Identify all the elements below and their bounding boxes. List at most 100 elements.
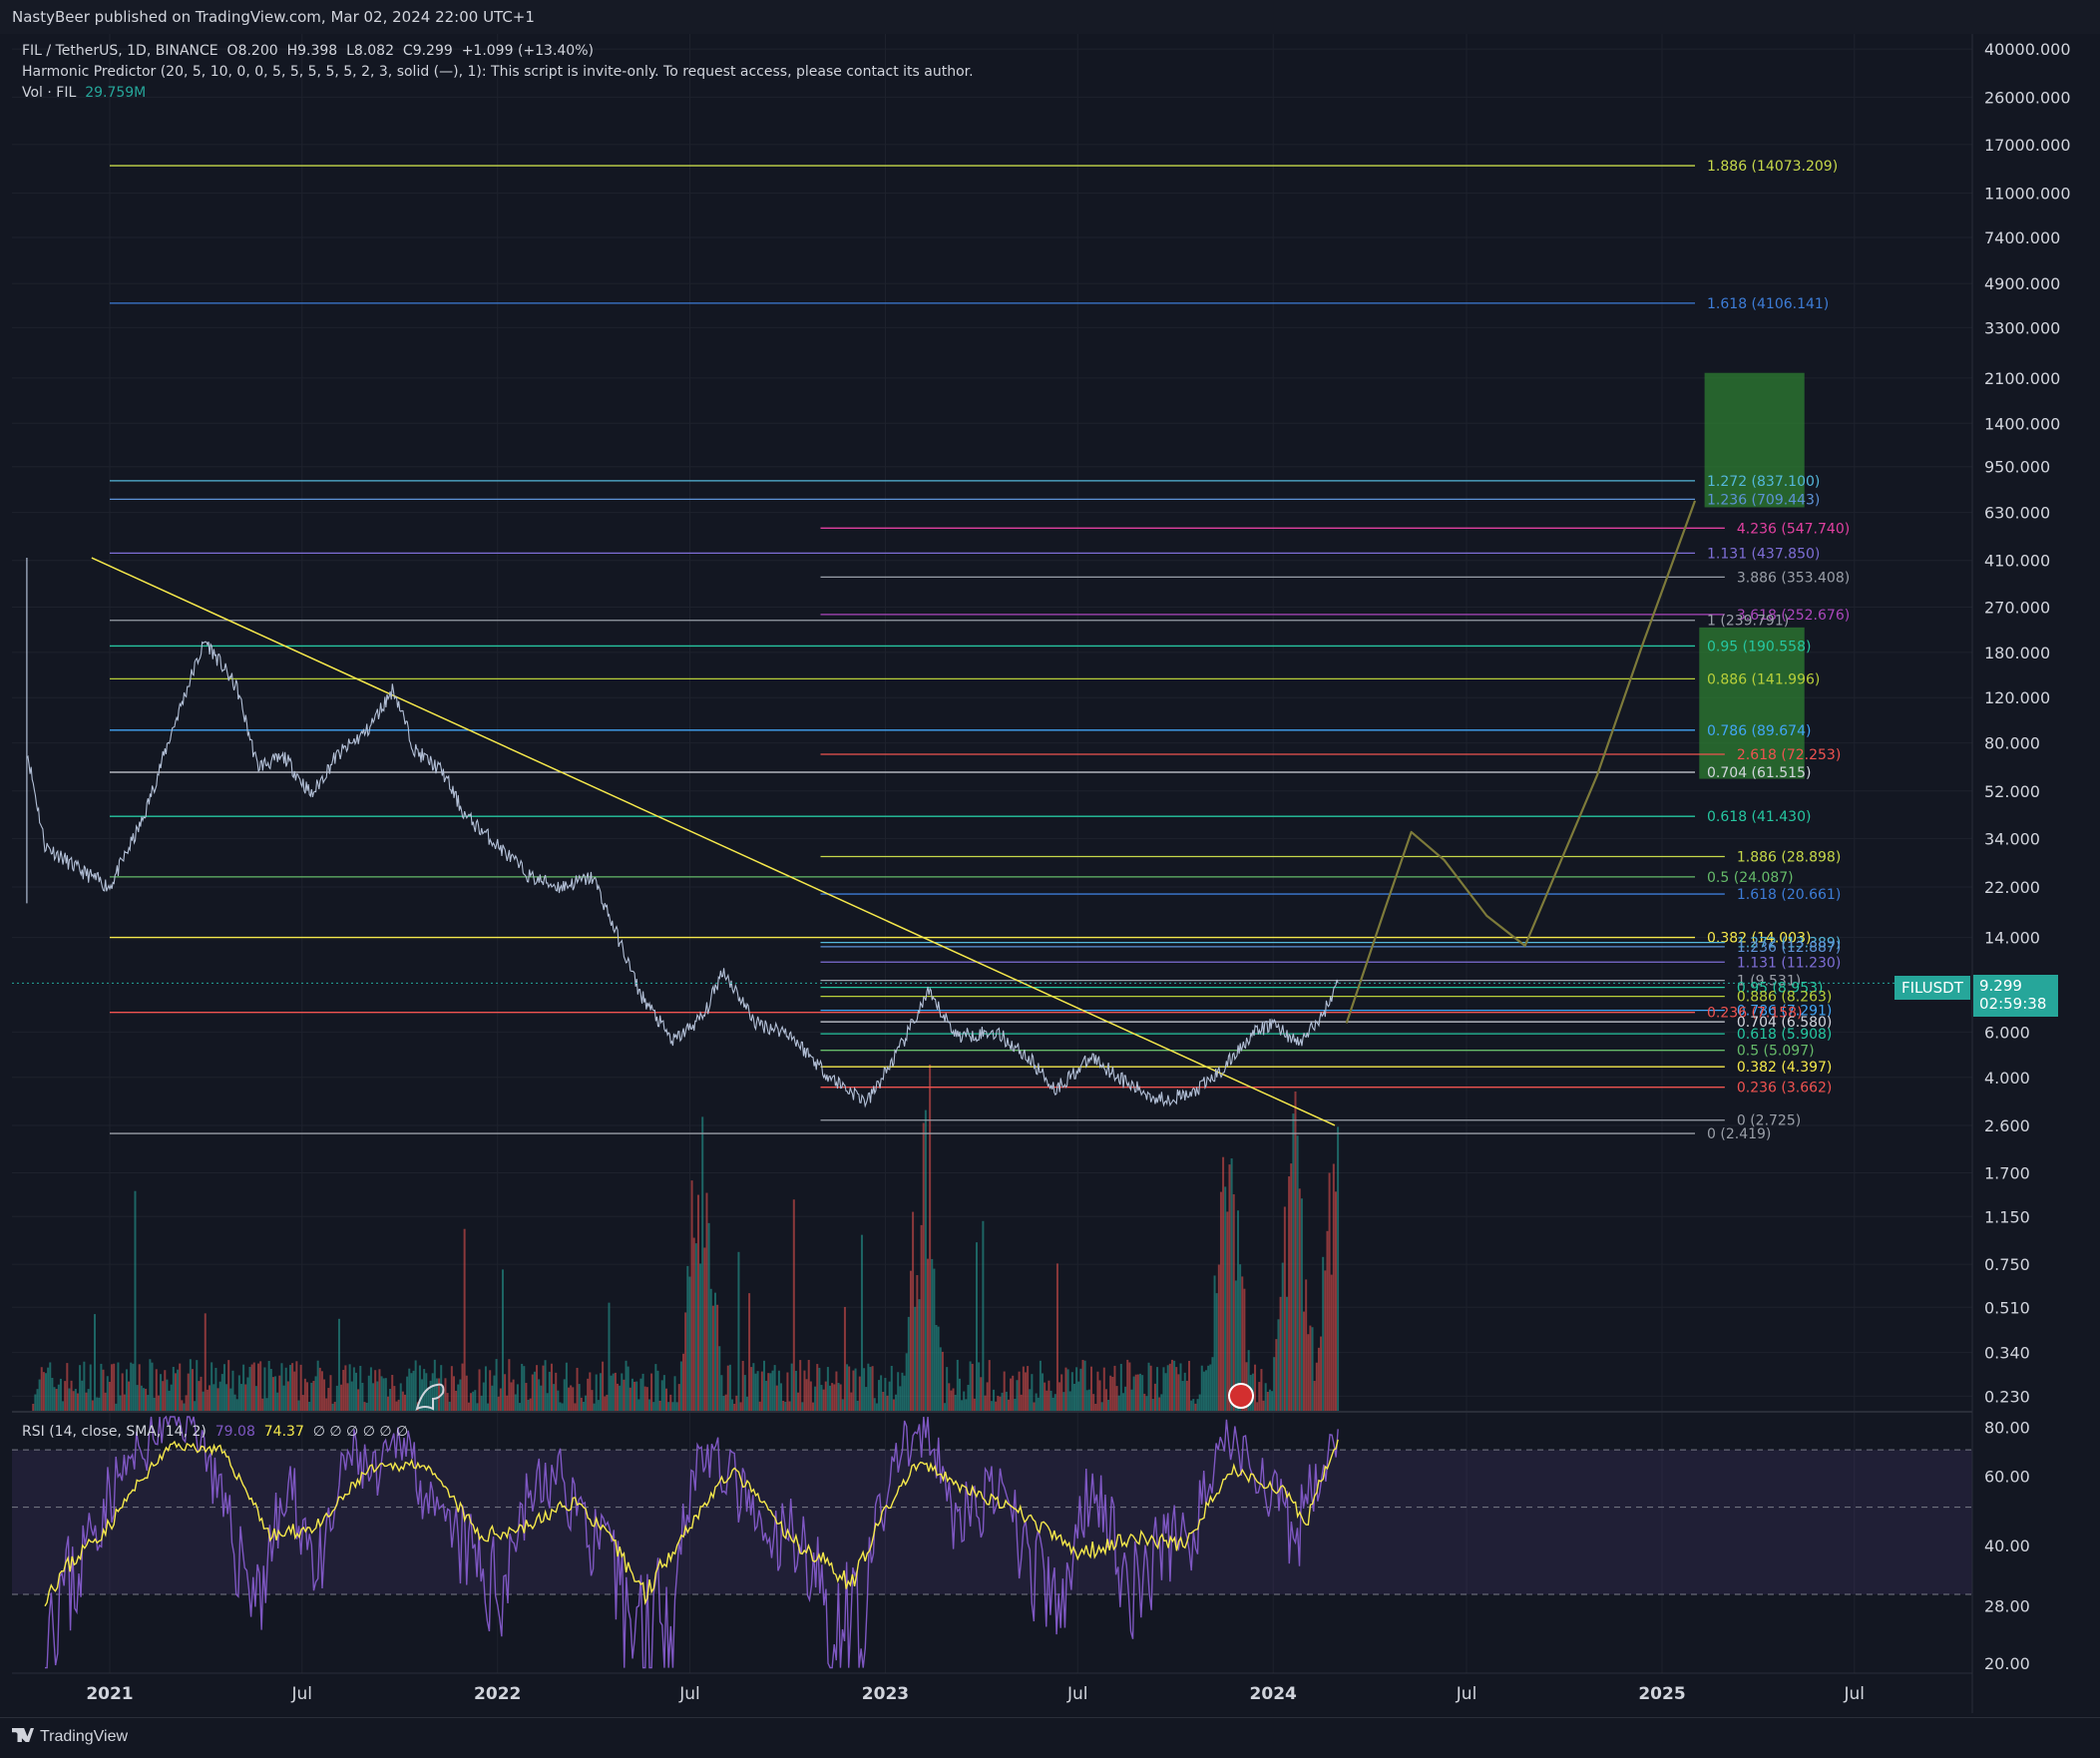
volume-bar	[701, 1116, 704, 1412]
volume-bar	[703, 1247, 706, 1412]
volume-bar	[1058, 1382, 1061, 1412]
volume-bar	[136, 1385, 139, 1412]
volume-bar	[359, 1365, 362, 1412]
volume-bar	[115, 1403, 118, 1412]
y-tick-label: 2.600	[1984, 1116, 2030, 1135]
volume-bar	[386, 1396, 389, 1412]
volume-bar	[629, 1387, 631, 1412]
volume-bar	[684, 1312, 687, 1412]
volume-bar	[239, 1384, 242, 1412]
volume-bar	[350, 1381, 353, 1412]
fib-label: 0.95 (190.558)	[1707, 639, 1811, 655]
volume-bar	[98, 1397, 101, 1412]
volume-bar	[113, 1363, 116, 1412]
volume-bar	[1102, 1367, 1105, 1412]
volume-bar	[675, 1402, 678, 1412]
volume-bar	[658, 1400, 661, 1412]
volume-bar	[187, 1373, 190, 1412]
volume-bar	[1288, 1176, 1291, 1412]
volume-bar	[593, 1403, 596, 1412]
volume-bar	[227, 1360, 230, 1412]
volume-bar	[106, 1376, 109, 1412]
volume-bar	[497, 1396, 500, 1412]
y-tick-label: 6.000	[1984, 1023, 2030, 1042]
volume-bar	[1188, 1360, 1190, 1412]
volume-bar	[880, 1375, 883, 1412]
volume-bar	[617, 1383, 620, 1412]
volume-bar	[191, 1369, 194, 1412]
volume-bar	[627, 1366, 630, 1412]
legend-low: 8.082	[353, 43, 394, 59]
volume-bar	[1183, 1372, 1186, 1412]
volume-bar	[333, 1402, 336, 1412]
volume-bar	[346, 1383, 349, 1412]
volume-bar	[267, 1361, 270, 1412]
volume-bar	[1158, 1397, 1161, 1412]
volume-bar	[582, 1401, 585, 1412]
volume-bar	[797, 1392, 800, 1412]
volume-bar	[1326, 1230, 1329, 1412]
volume-bar	[1081, 1359, 1084, 1412]
volume-bar	[263, 1367, 266, 1412]
volume-bar	[218, 1381, 221, 1412]
volume-bar	[1115, 1386, 1118, 1412]
volume-bar	[1190, 1400, 1193, 1412]
volume-bar	[901, 1372, 904, 1412]
volume-bar	[1005, 1391, 1008, 1412]
volume-bar	[667, 1402, 670, 1412]
volume-bar	[984, 1395, 987, 1412]
fib-label: 1.131 (11.230)	[1737, 955, 1841, 971]
volume-bar	[875, 1403, 878, 1412]
volume-bar	[591, 1390, 594, 1412]
volume-bar	[410, 1373, 413, 1412]
volume-bar	[1141, 1375, 1144, 1412]
volume-bar	[130, 1362, 133, 1412]
fib-levels: 1.886 (14073.209) 1.618 (4106.141) 1.272 (…	[109, 159, 1850, 1142]
volume-bar	[181, 1400, 184, 1412]
volume-bar	[1077, 1381, 1080, 1412]
volume-bar	[320, 1371, 323, 1412]
fib-label: 0.786 (89.674)	[1707, 723, 1811, 739]
volume-bar	[1334, 1191, 1337, 1412]
volume-bar	[1064, 1367, 1067, 1412]
volume-bar	[656, 1370, 659, 1412]
volume-bar	[1010, 1378, 1013, 1412]
volume-bar	[750, 1367, 753, 1412]
tradingview-logo[interactable]: TradingView	[12, 1728, 128, 1746]
volume-bar	[538, 1379, 541, 1412]
volume-bar	[128, 1381, 131, 1412]
legend-symbol: FIL / TetherUS, 1D, BINANCE	[22, 43, 218, 59]
volume-bar	[62, 1401, 65, 1412]
volume-bar	[1268, 1389, 1271, 1412]
y-tick-label: 7400.000	[1984, 228, 2060, 247]
volume-bar	[892, 1399, 895, 1412]
volume-bar	[1279, 1296, 1282, 1412]
volume-bar	[1128, 1362, 1131, 1412]
chart-canvas[interactable]: 1.886 (14073.209) 1.618 (4106.141) 1.272 (…	[0, 0, 2100, 1757]
volume-bar	[1164, 1373, 1167, 1412]
legend-c-label: C	[402, 43, 413, 59]
volume-bar	[595, 1374, 598, 1412]
volume-bar	[1160, 1394, 1163, 1412]
volume-bar	[316, 1360, 319, 1412]
volume-bar	[871, 1366, 874, 1412]
overlays	[12, 982, 1972, 1411]
volume-bar	[918, 1299, 921, 1412]
volume-bar	[546, 1393, 549, 1412]
volume-bar	[1126, 1359, 1129, 1412]
volume-bar	[735, 1395, 738, 1412]
volume-bar	[1170, 1359, 1173, 1412]
volume-bar	[1281, 1262, 1284, 1412]
volume-bar	[899, 1386, 902, 1412]
volume-bar	[1085, 1390, 1088, 1412]
volume-bar	[606, 1394, 609, 1412]
volume-bar	[64, 1381, 67, 1412]
fib-label: 0.5 (5.097)	[1737, 1044, 1815, 1060]
volume-bar	[941, 1351, 944, 1412]
y-tick-label: 80.000	[1984, 734, 2040, 753]
volume-bar	[555, 1372, 558, 1412]
volume-bar	[568, 1387, 571, 1412]
volume-bar	[291, 1363, 294, 1412]
volume-bar	[621, 1373, 624, 1412]
volume-bar	[512, 1379, 515, 1412]
